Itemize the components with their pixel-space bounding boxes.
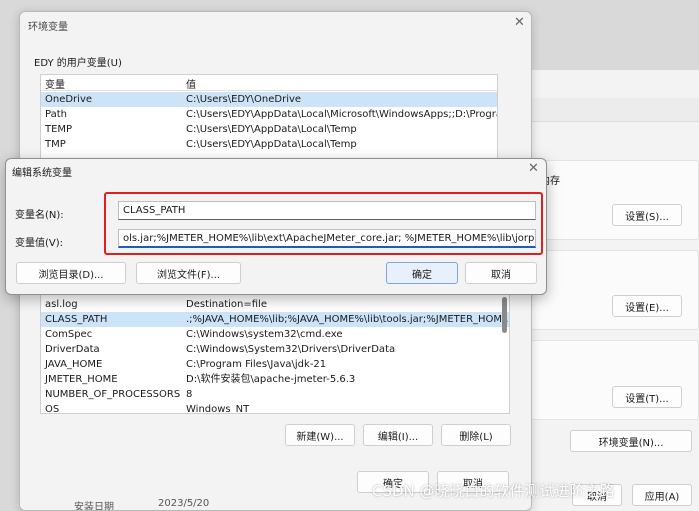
watermark: CSDN @晓晓白的软件测试进阶之路 — [372, 482, 615, 500]
row-name: OS — [45, 404, 60, 414]
row-name: ComSpec — [45, 329, 93, 340]
settings-s-button[interactable]: 设置(S)... — [612, 204, 682, 226]
table-row[interactable]: JAVA_HOME C:\Program Files\Java\jdk-21 — [41, 357, 509, 372]
partial-row-value: 2023/5/20 — [158, 498, 210, 509]
new-variable-button[interactable]: 新建(W)... — [285, 424, 355, 446]
row-value: C:\Users\EDY\OneDrive — [186, 94, 302, 105]
row-name: TEMP — [45, 124, 73, 135]
row-name: OneDrive — [45, 94, 93, 105]
dialog-cancel-button[interactable]: 取消 — [465, 262, 537, 284]
environment-variables-button[interactable]: 环境变量(N)... — [570, 430, 692, 452]
table-row-selected[interactable]: CLASS_PATH .;%JAVA_HOME%\lib;%JAVA_HOME%… — [41, 312, 509, 327]
sys-apply-button[interactable]: 应用(A) — [632, 484, 692, 506]
user-profiles-group — [531, 250, 699, 330]
delete-variable-button[interactable]: 删除(L) — [441, 424, 511, 446]
row-value: C:\Users\EDY\AppData\Local\Microsoft\Win… — [186, 109, 498, 120]
row-value: .;%JAVA_HOME%\lib;%JAVA_HOME%\lib\tools.… — [186, 314, 510, 325]
row-name: NUMBER_OF_PROCESSORS — [45, 389, 181, 400]
user-vars-list[interactable]: 变量 值 OneDrive C:\Users\EDY\OneDrive Path… — [40, 74, 498, 164]
table-row[interactable]: Path C:\Users\EDY\AppData\Local\Microsof… — [41, 107, 497, 122]
row-value: C:\Windows\system32\cmd.exe — [186, 329, 343, 340]
row-name: DriverData — [45, 344, 100, 355]
row-name: CLASS_PATH — [45, 314, 108, 325]
table-row[interactable]: NUMBER_OF_PROCESSORS 8 — [41, 387, 509, 402]
row-value: C:\Users\EDY\AppData\Local\Temp — [186, 139, 357, 150]
row-value: D:\软件安装包\apache-jmeter-5.6.3 — [186, 374, 356, 385]
window-title: 环境变量 — [28, 22, 68, 33]
highlight-annotation — [104, 192, 543, 255]
table-row[interactable]: TEMP C:\Users\EDY\AppData\Local\Temp — [41, 122, 497, 137]
edit-system-variable-dialog: 编辑系统变量 ✕ 变量名(N): CLASS_PATH 变量值(V): ols.… — [5, 158, 547, 295]
system-vars-list[interactable]: asl.log Destination=file CLASS_PATH .;%J… — [40, 288, 510, 414]
row-value: C:\Windows\System32\Drivers\DriverData — [186, 344, 396, 355]
settings-t-button[interactable]: 设置(T)... — [612, 386, 682, 408]
row-name: JAVA_HOME — [45, 359, 103, 370]
user-vars-group-label: EDY 的用户变量(U) — [34, 58, 122, 69]
partial-row-name: 安装日期 — [74, 502, 114, 511]
browse-file-button[interactable]: 浏览文件(F)... — [136, 262, 241, 284]
row-name: TMP — [45, 139, 66, 150]
browse-directory-button[interactable]: 浏览目录(D)... — [16, 262, 126, 284]
row-value: C:\Users\EDY\AppData\Local\Temp — [186, 124, 357, 135]
column-header-name[interactable]: 变量 — [45, 76, 65, 91]
list-header: 变量 值 — [41, 75, 497, 91]
scrollbar-thumb[interactable] — [502, 297, 507, 333]
table-row[interactable]: ComSpec C:\Windows\system32\cmd.exe — [41, 327, 509, 342]
table-row[interactable]: OneDrive C:\Users\EDY\OneDrive — [41, 92, 497, 107]
column-header-value[interactable]: 值 — [186, 76, 196, 91]
variable-name-label: 变量名(N): — [15, 210, 64, 221]
settings-e-button[interactable]: 设置(E)... — [612, 295, 682, 317]
close-icon[interactable]: ✕ — [514, 15, 525, 30]
startup-recovery-group — [531, 340, 699, 420]
row-value: Windows_NT — [186, 404, 250, 414]
edit-variable-button[interactable]: 编辑(I)... — [363, 424, 433, 446]
dialog-close-icon[interactable]: ✕ — [528, 161, 539, 176]
table-row[interactable]: TMP C:\Users\EDY\AppData\Local\Temp — [41, 137, 497, 152]
table-row[interactable]: OS Windows_NT — [41, 402, 509, 414]
dialog-title: 编辑系统变量 — [12, 168, 72, 179]
row-value: 8 — [186, 389, 193, 400]
row-name: JMETER_HOME — [45, 374, 118, 385]
row-value: C:\Program Files\Java\jdk-21 — [186, 359, 327, 370]
table-row[interactable]: asl.log Destination=file — [41, 297, 509, 312]
row-name: asl.log — [45, 299, 78, 310]
dialog-ok-button[interactable]: 确定 — [386, 262, 458, 284]
table-row[interactable]: DriverData C:\Windows\System32\Drivers\D… — [41, 342, 509, 357]
row-value: Destination=file — [186, 299, 267, 310]
variable-value-label: 变量值(V): — [15, 238, 64, 249]
table-row[interactable]: JMETER_HOME D:\软件安装包\apache-jmeter-5.6.3 — [41, 372, 509, 387]
row-name: Path — [45, 109, 67, 120]
